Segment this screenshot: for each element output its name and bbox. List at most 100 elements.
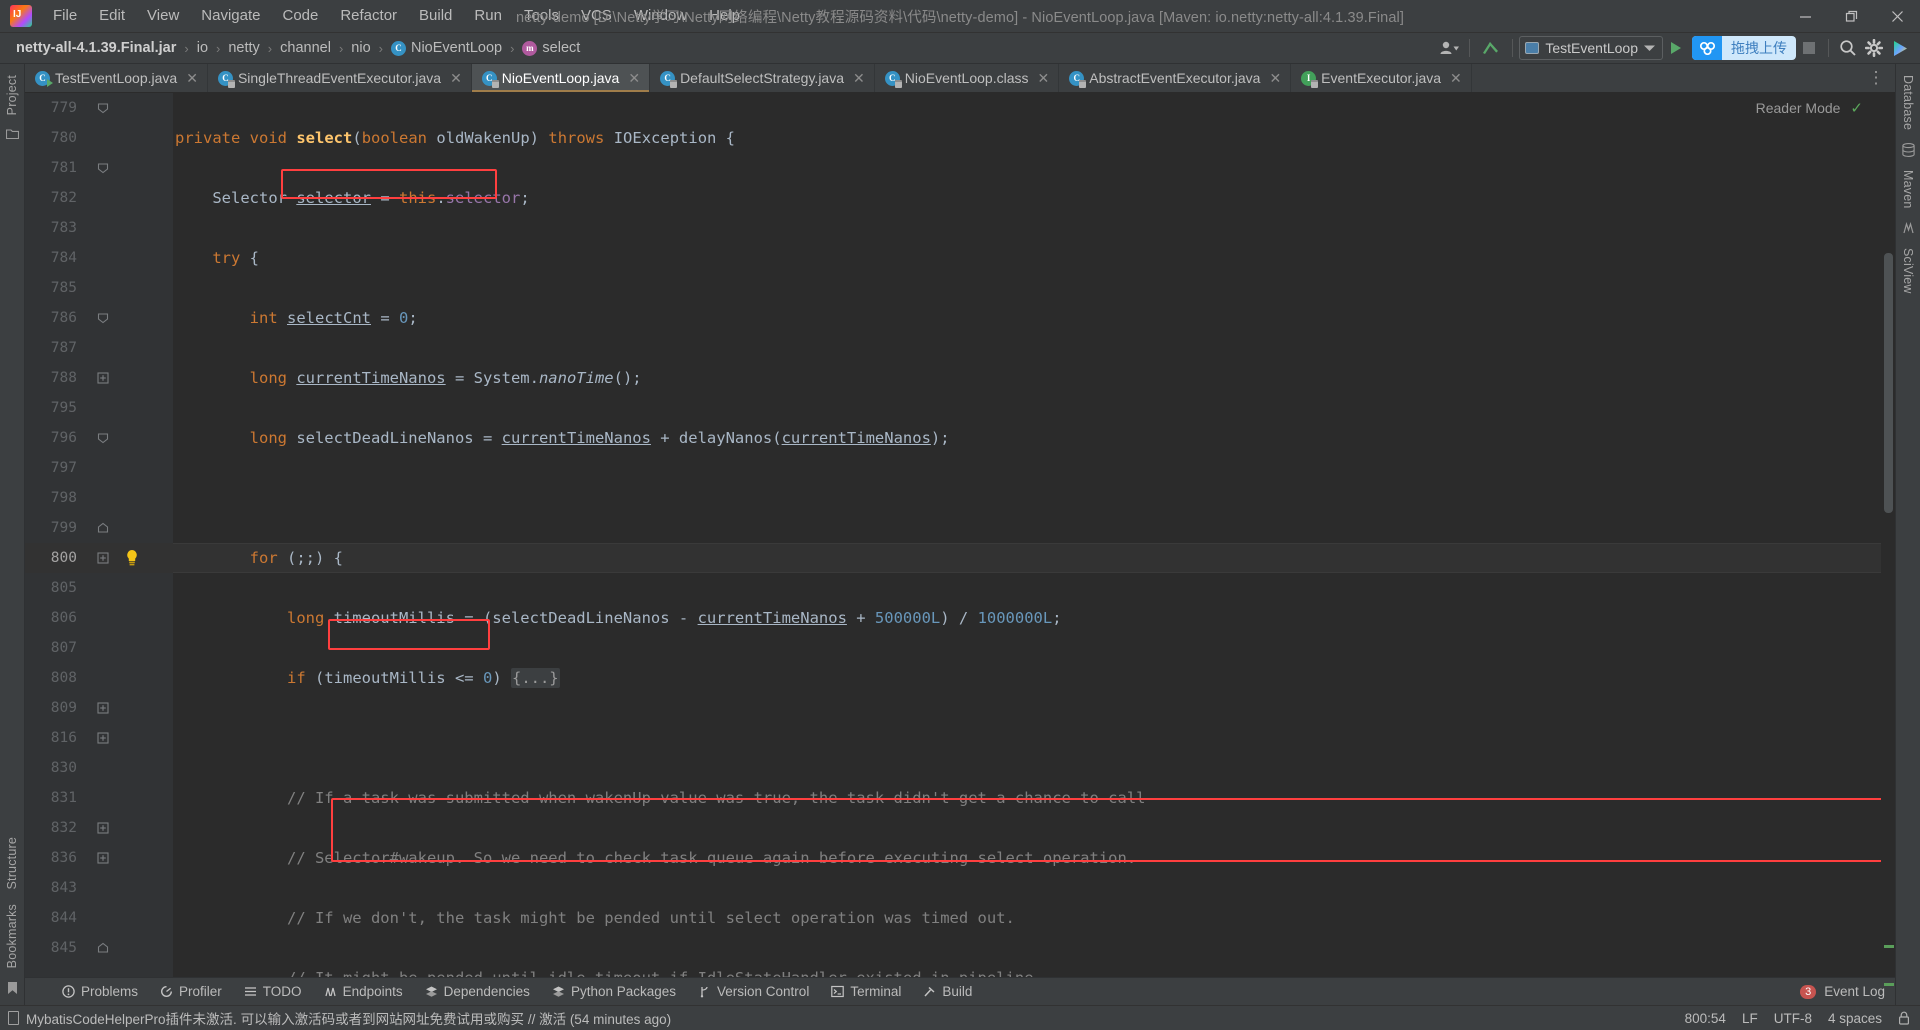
close-button[interactable] xyxy=(1874,0,1920,33)
line-number: 797 xyxy=(50,460,77,476)
run-icon xyxy=(1671,42,1681,54)
breadcrumb-item-jar[interactable]: netty-all-4.1.39.Final.jar xyxy=(12,38,180,58)
tool-profiler[interactable]: Profiler xyxy=(149,981,233,1002)
breadcrumb-item-nio[interactable]: nio xyxy=(347,38,374,58)
upload-plugin-button[interactable]: 拖拽上传 xyxy=(1692,36,1796,60)
user-icon[interactable] xyxy=(1435,35,1463,61)
tool-python-packages[interactable]: Python Packages xyxy=(541,981,687,1002)
tool-version-control[interactable]: Version Control xyxy=(687,981,820,1002)
intention-bulb-icon[interactable] xyxy=(125,543,139,567)
fold-marker[interactable] xyxy=(97,93,111,114)
menu-tools[interactable]: Tools xyxy=(513,3,570,29)
file-encoding[interactable]: UTF-8 xyxy=(1774,1011,1812,1026)
tool-problems[interactable]: Problems xyxy=(51,981,149,1002)
menu-view[interactable]: View xyxy=(136,3,190,29)
minimize-button[interactable] xyxy=(1782,0,1828,33)
breadcrumb-item-io[interactable]: io xyxy=(193,38,212,58)
tab-close-icon[interactable]: ✕ xyxy=(450,71,462,85)
folder-icon[interactable] xyxy=(5,128,19,140)
tab-nioeventloop-class[interactable]: C NioEventLoop.class ✕ xyxy=(875,64,1060,92)
tab-close-icon[interactable]: ✕ xyxy=(1038,71,1050,85)
editor-gutter[interactable]: 779 780 781 782 783 784 785 786 787 788 795 796 797 7… xyxy=(25,93,173,977)
tool-event-log[interactable]: Event Log xyxy=(1824,984,1885,999)
maven-icon[interactable] xyxy=(1902,221,1915,235)
tool-dependencies[interactable]: Dependencies xyxy=(414,981,541,1002)
window-controls xyxy=(1782,0,1920,33)
fold-marker[interactable] xyxy=(97,933,111,954)
menu-window[interactable]: Window xyxy=(623,3,698,29)
maximize-button[interactable] xyxy=(1828,0,1874,33)
fold-marker[interactable] xyxy=(97,543,111,564)
fold-marker[interactable] xyxy=(97,363,111,384)
menu-help[interactable]: Help xyxy=(698,3,751,29)
tool-todo[interactable]: TODO xyxy=(233,981,313,1002)
run-configuration-selector[interactable]: TestEventLoop xyxy=(1519,36,1663,60)
tab-close-icon[interactable]: ✕ xyxy=(1269,71,1281,85)
menu-code[interactable]: Code xyxy=(271,3,329,29)
sidebar-item-maven[interactable]: Maven xyxy=(1897,163,1919,216)
code-pane[interactable]: private void select(boolean oldWakenUp) … xyxy=(173,93,1881,977)
tab-close-icon[interactable]: ✕ xyxy=(628,71,640,85)
tab-close-icon[interactable]: ✕ xyxy=(186,71,198,85)
tab-close-icon[interactable]: ✕ xyxy=(1450,71,1462,85)
sidebar-item-project[interactable]: Project xyxy=(1,68,23,122)
line-separator[interactable]: LF xyxy=(1742,1011,1758,1026)
class-lock-icon: C xyxy=(217,70,235,88)
fold-marker[interactable] xyxy=(97,513,111,534)
fold-marker[interactable] xyxy=(97,153,111,174)
tool-endpoints[interactable]: Endpoints xyxy=(313,981,414,1002)
fold-marker[interactable] xyxy=(97,303,111,324)
settings-button[interactable] xyxy=(1861,35,1887,61)
menu-edit[interactable]: Edit xyxy=(88,3,136,29)
menu-build[interactable]: Build xyxy=(408,3,463,29)
tab-abstracteventexecutor-java[interactable]: C AbstractEventExecutor.java ✕ xyxy=(1059,64,1292,92)
database-icon[interactable] xyxy=(1901,143,1915,158)
indent-setting[interactable]: 4 spaces xyxy=(1828,1011,1882,1026)
code-editor[interactable]: 779 780 781 782 783 784 785 786 787 788 795 796 797 7… xyxy=(25,93,1895,986)
tab-nioeventloop-java[interactable]: C NioEventLoop.java ✕ xyxy=(471,64,651,92)
line-number: 796 xyxy=(50,430,77,446)
menu-file[interactable]: File xyxy=(42,3,88,29)
tab-defaultselectstrategy-java[interactable]: C DefaultSelectStrategy.java ✕ xyxy=(650,64,875,92)
fold-marker[interactable] xyxy=(97,813,111,834)
breadcrumb-item-class[interactable]: C NioEventLoop xyxy=(387,38,506,58)
breadcrumb-item-netty[interactable]: netty xyxy=(224,38,263,58)
stop-button[interactable] xyxy=(1796,35,1822,61)
sidebar-item-sciview[interactable]: SciView xyxy=(1897,241,1919,301)
lock-icon[interactable] xyxy=(1898,1011,1910,1025)
search-button[interactable] xyxy=(1835,35,1861,61)
code-line: // If we don't, the task might be pended… xyxy=(175,909,1015,927)
caret-position[interactable]: 800:54 xyxy=(1685,1011,1726,1026)
breadcrumb-item-method[interactable]: m select xyxy=(518,38,584,58)
tool-build[interactable]: Build xyxy=(912,981,983,1002)
menu-file-label: File xyxy=(53,7,78,24)
tab-testeventloop-java[interactable]: C TestEventLoop.java ✕ xyxy=(25,64,208,92)
sidebar-item-database[interactable]: Database xyxy=(1897,68,1919,137)
menu-vcs[interactable]: VCS xyxy=(570,3,623,29)
menu-run[interactable]: Run xyxy=(463,3,513,29)
sidebar-item-bookmarks[interactable]: Bookmarks xyxy=(1,897,23,975)
reader-mode-indicator[interactable]: Reader Mode ✓ xyxy=(1756,99,1863,117)
tab-eventexecutor-java[interactable]: I EventExecutor.java ✕ xyxy=(1291,64,1472,92)
ide-button[interactable] xyxy=(1887,35,1914,61)
sidebar-item-structure[interactable]: Structure xyxy=(1,830,23,897)
status-message[interactable]: MybatisCodeHelperPro插件未激活. 可以输入激活码或者到网站网… xyxy=(8,1008,671,1028)
tab-options-button[interactable]: ⋮ xyxy=(1863,65,1889,91)
editor-scrollbar[interactable] xyxy=(1881,93,1895,986)
error-icon xyxy=(62,985,75,998)
tab-singlethreadeventexecutor-java[interactable]: C SingleThreadEventExecutor.java ✕ xyxy=(208,64,472,92)
scrollbar-thumb[interactable] xyxy=(1884,253,1893,513)
tab-close-icon[interactable]: ✕ xyxy=(853,71,865,85)
fold-marker[interactable] xyxy=(97,723,111,744)
bookmark-icon[interactable] xyxy=(7,981,18,995)
menu-refactor[interactable]: Refactor xyxy=(329,3,408,29)
fold-marker[interactable] xyxy=(97,423,111,444)
run-button[interactable] xyxy=(1663,35,1689,61)
fold-marker[interactable] xyxy=(97,693,111,714)
tool-terminal[interactable]: Terminal xyxy=(820,981,912,1002)
green-arrow-icon[interactable] xyxy=(1476,35,1506,61)
breadcrumb-item-channel[interactable]: channel xyxy=(276,38,335,58)
fold-marker[interactable] xyxy=(97,843,111,864)
menu-navigate[interactable]: Navigate xyxy=(190,3,271,29)
